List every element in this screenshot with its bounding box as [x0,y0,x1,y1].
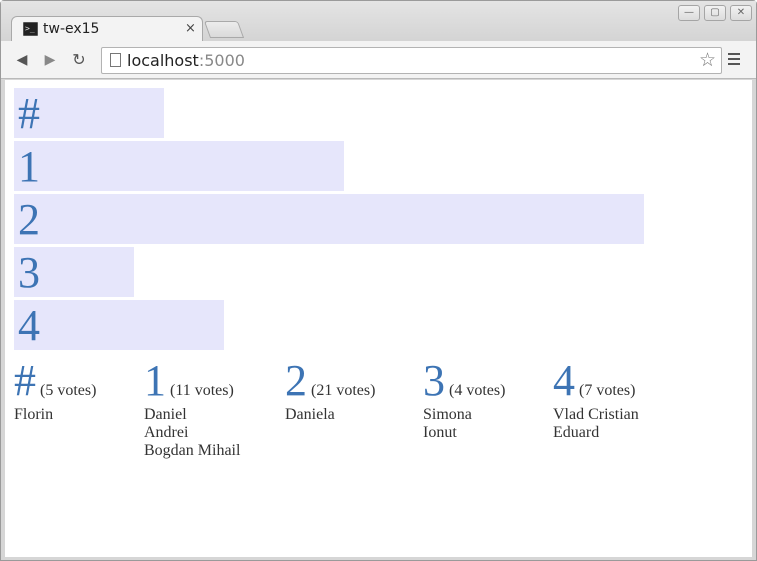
result-option: 3 [423,356,445,405]
maximize-button[interactable]: ▢ [704,5,726,21]
result-column: 3 (4 votes) Simona Ionut [423,359,506,442]
tab-close-icon[interactable]: × [185,21,196,36]
vote-bar: 4 [14,300,224,350]
result-column: 1 (11 votes) Daniel Andrei Bogdan Mihail [144,359,241,460]
result-votes: (7 votes) [579,382,636,399]
bar-label: 1 [18,142,40,191]
voter-name: Florin [14,406,54,423]
new-tab-button[interactable] [203,21,245,38]
browser-tab[interactable]: >_ tw-ex15 × [11,16,203,42]
menu-icon[interactable] [728,50,742,68]
result-column: 4 (7 votes) Vlad Cristian Eduard [553,359,639,442]
vote-bar: 2 [14,194,644,244]
voter-name: Daniel [144,406,187,423]
url-text: localhost:5000 [127,51,245,70]
voter-name: Ionut [423,424,457,441]
browser-window: >_ tw-ex15 × — ▢ ✕ ◀ ▶ ↻ localhost:5000 … [0,0,757,561]
result-votes: (21 votes) [311,382,376,399]
page-icon [110,53,121,67]
back-icon[interactable]: ◀ [13,51,31,69]
result-column: # (5 votes) Florin [14,359,97,424]
voter-name: Vlad Cristian [553,406,639,423]
result-option: 4 [553,356,575,405]
bar-label: 3 [18,248,40,297]
title-bar: >_ tw-ex15 × — ▢ ✕ [1,1,756,42]
voter-name: Eduard [553,424,600,441]
vote-bar: 1 [14,141,344,191]
bookmark-star-icon[interactable]: ☆ [699,49,716,71]
minimize-button[interactable]: — [678,5,700,21]
vote-bar: 3 [14,247,134,297]
result-column: 2 (21 votes) Daniela [285,359,376,424]
address-bar[interactable]: localhost:5000 ☆ [101,47,722,74]
vote-bar: # [14,88,164,138]
result-votes: (4 votes) [449,382,506,399]
reload-icon[interactable]: ↻ [70,51,88,69]
result-option: 2 [285,356,307,405]
close-window-button[interactable]: ✕ [730,5,752,21]
bar-label: # [18,89,40,138]
voter-name: Bogdan Mihail [144,442,241,459]
bar-label: 4 [18,301,40,350]
tab-title: tw-ex15 [43,21,100,37]
result-option: # [14,356,36,405]
result-votes: (11 votes) [170,382,234,399]
forward-icon[interactable]: ▶ [41,51,59,69]
voter-name: Andrei [144,424,189,441]
result-option: 1 [144,356,166,405]
page-content: #1 2 3 4 # (5 votes) Florin 1 (11 votes) Da… [5,80,752,557]
voter-name: Daniela [285,406,335,423]
terminal-icon: >_ [23,22,38,36]
bar-label: 2 [18,195,40,244]
voter-name: Simona [423,406,472,423]
result-votes: (5 votes) [40,382,97,399]
browser-toolbar: ◀ ▶ ↻ localhost:5000 ☆ [1,41,756,79]
